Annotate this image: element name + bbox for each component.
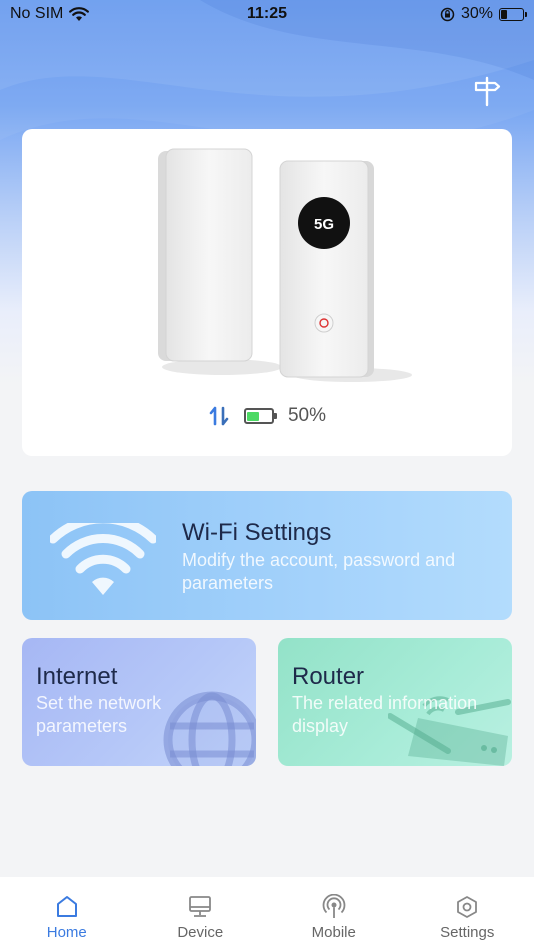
tab-settings[interactable]: Settings bbox=[401, 877, 534, 950]
hexagon-settings-icon bbox=[457, 896, 478, 918]
tab-mobile[interactable]: Mobile bbox=[267, 877, 401, 950]
device-battery-percent: 50% bbox=[287, 405, 327, 426]
status-bar: No SIM 11:25 30% bbox=[0, 0, 534, 28]
router-card-desc: The related information display bbox=[292, 693, 478, 736]
battery-icon bbox=[499, 7, 527, 21]
battery-percent: 30% bbox=[460, 5, 493, 22]
wifi-settings-card[interactable]: Wi-Fi Settings Modify the account, passw… bbox=[22, 491, 512, 620]
tab-device[interactable]: Device bbox=[134, 877, 268, 950]
device-battery-icon bbox=[243, 408, 277, 424]
signpost-button[interactable] bbox=[470, 74, 504, 108]
monitor-icon bbox=[189, 896, 212, 917]
antenna-icon bbox=[322, 894, 346, 918]
wifi-icon bbox=[50, 523, 156, 595]
tab-label-device: Device bbox=[177, 924, 224, 941]
data-transfer-icon bbox=[209, 406, 229, 426]
router-card-title: Router bbox=[292, 663, 365, 690]
internet-card-title: Internet bbox=[36, 663, 118, 690]
wifi-card-desc: Modify the account, password and paramet… bbox=[182, 550, 456, 593]
wifi-card-title: Wi-Fi Settings bbox=[182, 519, 332, 546]
internet-card[interactable]: Internet Set the network parameters bbox=[22, 638, 256, 766]
tab-label-home: Home bbox=[46, 924, 87, 941]
router-card[interactable]: Router The related information display bbox=[278, 638, 512, 766]
home-icon bbox=[56, 896, 77, 917]
tab-label-mobile: Mobile bbox=[311, 924, 356, 941]
device-card[interactable]: 5G 50% bbox=[22, 129, 512, 456]
router-device-image: 5G bbox=[158, 148, 412, 382]
tab-home[interactable]: Home bbox=[0, 877, 134, 950]
internet-card-desc: Set the network parameters bbox=[36, 693, 162, 736]
orientation-lock-icon bbox=[440, 7, 455, 21]
tab-bar: Home Device Mobile Settings bbox=[0, 877, 534, 950]
device-screen-label: 5G bbox=[314, 216, 334, 233]
tab-label-settings: Settings bbox=[440, 924, 495, 941]
signpost-icon bbox=[474, 76, 501, 107]
device-status-row: 50% bbox=[22, 401, 512, 431]
